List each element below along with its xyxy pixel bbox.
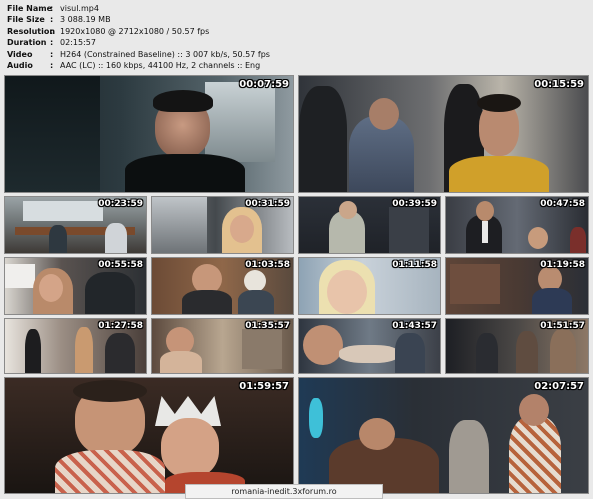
thumbnail-01-27-58[interactable]: 01:27:58 (4, 318, 147, 374)
thumbnail-timestamp: 00:31:59 (245, 199, 290, 209)
thumbnail-timestamp: 01:03:58 (245, 260, 290, 270)
info-sep: : (50, 49, 54, 59)
thumbnail-00-15-59[interactable]: 00:15:59 (298, 75, 589, 193)
thumbnail-timestamp: 00:23:59 (98, 199, 143, 209)
info-value: 02:15:57 (60, 38, 96, 48)
info-row-duration: Duration : 02:15:57 (0, 37, 593, 48)
thumbnail-timestamp: 01:35:57 (245, 321, 290, 331)
thumbnail-01-03-58[interactable]: 01:03:58 (151, 257, 294, 315)
thumbnail-00-47-58[interactable]: 00:47:58 (445, 196, 589, 254)
thumbnail-00-55-58[interactable]: 00:55:58 (4, 257, 147, 315)
info-row-video: Video : H264 (Constrained Baseline) :: 3… (0, 49, 593, 60)
thumbnail-timestamp: 00:15:59 (534, 79, 584, 90)
info-value: visul.mp4 (60, 4, 99, 13)
thumbnail-timestamp: 01:51:57 (540, 321, 585, 331)
thumbnail-timestamp: 01:27:58 (98, 321, 143, 331)
thumbnail-01-35-57[interactable]: 01:35:57 (151, 318, 294, 374)
info-value: 3 088.19 MB (60, 15, 111, 25)
thumbnail-00-39-59[interactable]: 00:39:59 (298, 196, 441, 254)
thumbnail-00-31-59[interactable]: 00:31:59 (151, 196, 294, 254)
info-sep: : (50, 60, 54, 70)
thumbnail-01-43-57[interactable]: 01:43:57 (298, 318, 441, 374)
thumbnail-timestamp: 01:59:57 (239, 381, 289, 392)
info-key: Video (7, 49, 33, 59)
info-value: H264 (Constrained Baseline) :: 3 007 kb/… (60, 49, 270, 59)
info-value: 1920x1080 @ 2712x1080 / 50.57 fps (60, 26, 210, 36)
thumbnail-01-19-58[interactable]: 01:19:58 (445, 257, 589, 315)
info-key: File Name (7, 4, 53, 13)
thumbnail-timestamp: 00:07:59 (239, 79, 289, 90)
info-sep: : (50, 15, 54, 25)
thumbnail-timestamp: 00:39:59 (392, 199, 437, 209)
info-key: Audio (7, 60, 33, 70)
info-row-resolution: Resolution : 1920x1080 @ 2712x1080 / 50.… (0, 26, 593, 37)
site-watermark: romania-inedit.3xforum.ro (185, 484, 383, 499)
thumbnail-00-23-59[interactable]: 00:23:59 (4, 196, 147, 254)
thumbnail-01-59-57[interactable]: 01:59:57 (4, 377, 294, 494)
thumbnail-timestamp: 01:19:58 (540, 260, 585, 270)
thumbnail-02-07-57[interactable]: 02:07:57 (298, 377, 589, 494)
thumbnail-01-51-57[interactable]: 01:51:57 (445, 318, 589, 374)
info-sep: : (50, 26, 54, 36)
thumbnail-timestamp: 01:11:58 (392, 260, 437, 270)
thumbnail-00-07-59[interactable]: 00:07:59 (4, 75, 294, 193)
info-sep: : (50, 4, 54, 13)
thumbnail-timestamp: 01:43:57 (392, 321, 437, 331)
file-info-panel: File Name : visul.mp4 File Size : 3 088.… (0, 0, 593, 74)
info-row-audio: Audio : AAC (LC) :: 160 kbps, 44100 Hz, … (0, 60, 593, 71)
info-value: AAC (LC) :: 160 kbps, 44100 Hz, 2 channe… (60, 60, 261, 70)
info-row-file-size: File Size : 3 088.19 MB (0, 14, 593, 25)
info-row-file-name: File Name : visul.mp4 (0, 3, 593, 14)
thumbnail-01-11-58[interactable]: 01:11:58 (298, 257, 441, 315)
thumbnail-timestamp: 00:55:58 (98, 260, 143, 270)
info-sep: : (50, 38, 54, 48)
info-key: Resolution (7, 26, 56, 36)
thumbnail-timestamp: 02:07:57 (534, 381, 584, 392)
thumbnail-timestamp: 00:47:58 (540, 199, 585, 209)
info-key: File Size (7, 15, 45, 25)
info-key: Duration (7, 38, 47, 48)
